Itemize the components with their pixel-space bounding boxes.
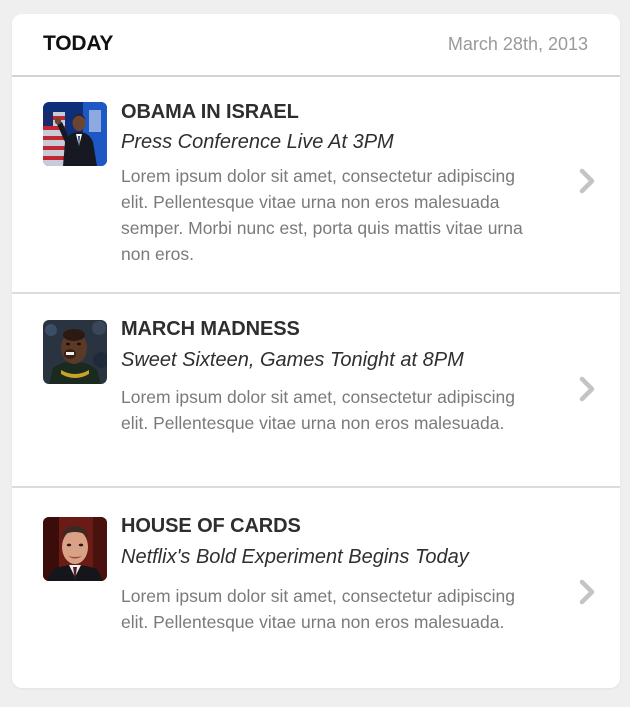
story-item-obama-in-israel[interactable]: OBAMA IN ISRAEL Press Conference Live At… <box>12 77 620 294</box>
chevron-right-icon[interactable] <box>577 375 597 403</box>
basketball-player-photo-thumbnail <box>43 320 107 384</box>
story-item-house-of-cards[interactable]: HOUSE OF CARDS Netflix's Bold Experiment… <box>12 488 620 688</box>
header-title: TODAY <box>43 32 114 55</box>
obama-photo-icon <box>43 102 107 166</box>
story-body: Lorem ipsum dolor sit amet, consectetur … <box>121 586 515 632</box>
story-title: OBAMA IN ISRAEL <box>121 101 299 123</box>
card-header: TODAY March 28th, 2013 <box>12 14 620 77</box>
story-body: Lorem ipsum dolor sit amet, consectetur … <box>121 166 523 264</box>
obama-photo-thumbnail <box>43 102 107 166</box>
today-card: TODAY March 28th, 2013 OBAMA IN ISRAEL P… <box>12 14 620 688</box>
story-item-march-madness[interactable]: MARCH MADNESS Sweet Sixteen, Games Tonig… <box>12 294 620 488</box>
story-title: HOUSE OF CARDS <box>121 515 301 537</box>
story-subtitle: Netflix's Bold Experiment Begins Today <box>121 546 469 568</box>
kevin-spacey-photo-thumbnail <box>43 517 107 581</box>
chevron-right-icon[interactable] <box>577 578 597 606</box>
header-date: March 28th, 2013 <box>447 34 588 54</box>
story-subtitle: Press Conference Live At 3PM <box>121 131 394 153</box>
story-title: MARCH MADNESS <box>121 318 300 340</box>
story-subtitle: Sweet Sixteen, Games Tonight at 8PM <box>121 349 464 371</box>
story-body: Lorem ipsum dolor sit amet, consectetur … <box>121 387 515 433</box>
chevron-right-icon[interactable] <box>577 167 597 195</box>
basketball-player-photo-icon <box>43 320 107 384</box>
kevin-spacey-photo-icon <box>43 517 107 581</box>
